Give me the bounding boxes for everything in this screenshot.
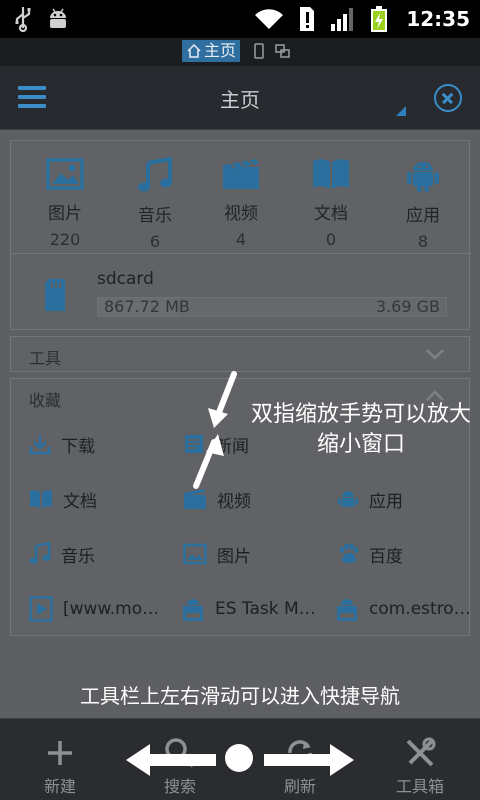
favorite-label: 音乐 — [61, 546, 95, 567]
toolbox-button[interactable]: 工具箱 — [360, 719, 480, 800]
battery-charging-icon — [371, 6, 388, 32]
pinch-hint-text: 双指缩放手势可以放大缩小窗口 — [250, 402, 471, 457]
usb-icon — [15, 7, 31, 32]
favorite-label: 应用 — [369, 491, 403, 512]
baidu-paw-icon — [339, 543, 359, 563]
swipe-hint-text: 工具栏上左右滑动可以进入快捷导航 — [80, 684, 400, 708]
favorite-label: ES Task M… — [215, 599, 316, 619]
category-documents[interactable]: 文档 0 — [285, 157, 377, 249]
status-bar: 12:35 — [0, 0, 480, 38]
apk-icon — [337, 599, 357, 621]
favorite-download[interactable]: 下载 — [29, 429, 95, 459]
favorite-video-file[interactable]: [www.mo… — [29, 594, 159, 624]
category-label: 图片 — [48, 204, 82, 224]
new-button-label: 新建 — [43, 777, 76, 796]
page-title[interactable]: 主页 — [0, 84, 480, 113]
image-icon — [46, 158, 84, 190]
favorite-label: [www.mo… — [63, 599, 160, 619]
debug-android-icon — [50, 8, 66, 28]
favorite-com-estrongs[interactable]: com.estro… — [335, 594, 471, 624]
category-label: 视频 — [224, 204, 258, 224]
android-icon — [407, 162, 439, 192]
wifi-icon — [255, 9, 284, 29]
tools-section[interactable]: 工具 — [10, 336, 470, 372]
category-music[interactable]: 音乐 6 — [109, 156, 201, 251]
favorite-label: 百度 — [369, 546, 403, 567]
tools-section-title: 工具 — [29, 349, 62, 368]
chevron-down-icon[interactable] — [425, 347, 445, 361]
apk-icon — [183, 599, 203, 621]
close-icon[interactable] — [434, 84, 462, 112]
category-count: 0 — [325, 230, 337, 249]
category-video[interactable]: 视频 4 — [195, 157, 287, 249]
home-icon — [187, 43, 201, 58]
storage-name[interactable]: sdcard — [97, 269, 154, 289]
storage-usage-bar: 867.72 MB 3.69 GB — [97, 297, 447, 317]
phone-window-icon[interactable] — [252, 42, 266, 60]
document-icon — [313, 159, 349, 189]
favorite-apps[interactable]: 应用 — [337, 484, 403, 514]
music-folder-icon — [29, 542, 51, 564]
dropdown-corner-icon[interactable] — [396, 106, 406, 116]
category-apps[interactable]: 应用 8 — [377, 157, 469, 251]
document-folder-icon — [30, 490, 52, 508]
storage-total: 3.69 GB — [375, 297, 440, 316]
category-count: 220 — [49, 230, 81, 249]
favorite-images[interactable]: 图片 — [183, 539, 251, 569]
sdcard-icon — [45, 279, 65, 311]
clock: 12:35 — [406, 7, 470, 31]
favorite-baidu[interactable]: 百度 — [337, 539, 403, 569]
window-tab-home[interactable]: 主页 — [182, 40, 241, 62]
toolbox-button-label: 工具箱 — [395, 777, 444, 796]
swipe-touch-point-icon — [225, 744, 253, 772]
music-icon — [138, 156, 172, 192]
video-icon — [223, 159, 259, 189]
multi-window-icon[interactable] — [274, 42, 292, 60]
home-card: 图片 220 音乐 6 视频 4 文档 0 应用 8 sdcard 867.72… — [10, 140, 471, 330]
alert-icon — [300, 7, 315, 31]
category-label: 应用 — [406, 206, 440, 226]
tools-icon — [406, 737, 436, 767]
favorite-label: 图片 — [217, 546, 251, 567]
window-tab-label: 主页 — [204, 41, 237, 60]
favorites-section-title: 收藏 — [29, 391, 62, 410]
category-images[interactable]: 图片 220 — [19, 157, 111, 249]
category-label: 音乐 — [138, 206, 172, 226]
signal-icon — [331, 8, 354, 31]
android-folder-icon — [338, 491, 358, 507]
favorite-documents[interactable]: 文档 — [29, 484, 97, 514]
pinch-gesture-arrows-icon — [193, 371, 237, 489]
divider — [11, 253, 471, 254]
new-button[interactable]: 新建 — [0, 719, 120, 800]
category-count: 6 — [149, 232, 161, 251]
image-folder-icon — [183, 543, 207, 565]
category-count: 8 — [417, 232, 429, 251]
favorite-label: 文档 — [63, 491, 97, 512]
storage-used: 867.72 MB — [104, 297, 190, 316]
favorite-music[interactable]: 音乐 — [29, 539, 95, 569]
plus-icon — [48, 741, 72, 765]
favorite-label: com.estro… — [369, 599, 471, 619]
favorite-es-task-manager[interactable]: ES Task M… — [181, 594, 316, 624]
category-count: 4 — [235, 230, 247, 249]
video-file-icon — [29, 596, 53, 622]
window-tab-strip: 主页 — [0, 38, 480, 66]
category-label: 文档 — [314, 204, 348, 224]
title-bar: 主页 — [0, 66, 480, 130]
download-icon — [29, 435, 51, 455]
favorite-label: 下载 — [61, 436, 95, 457]
